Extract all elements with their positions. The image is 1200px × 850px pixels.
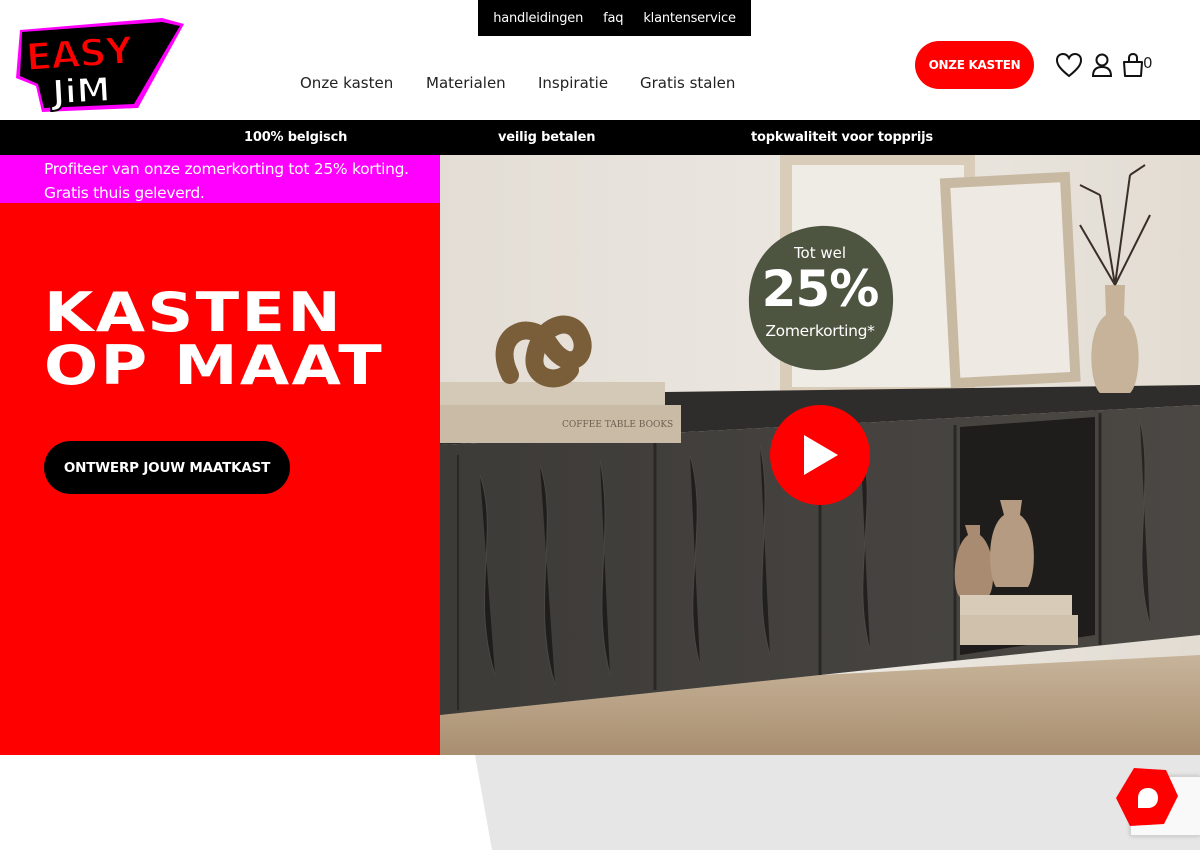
utility-nav: handleidingen faq klantenservice xyxy=(478,0,751,36)
hero-title: KASTEN OP MAAT xyxy=(44,286,504,393)
next-section xyxy=(0,755,1200,850)
play-icon xyxy=(804,435,838,475)
promo-line-2: Gratis thuis geleverd. xyxy=(44,184,205,202)
chat-icon xyxy=(1116,768,1178,826)
nav-item-inspiratie[interactable]: Inspiratie xyxy=(538,74,608,92)
cart-icon xyxy=(1123,52,1143,77)
logo-text-jim: JiM xyxy=(49,70,111,112)
usp-item-belgisch: 100% belgisch xyxy=(244,130,348,145)
promo-text: Profiteer van onze zomerkorting tot 25% … xyxy=(44,157,434,205)
nav-item-materialen[interactable]: Materialen xyxy=(426,74,506,92)
book-spine-text: COFFEE TABLE BOOKS xyxy=(562,420,673,430)
topbar-link-handleidingen[interactable]: handleidingen xyxy=(493,11,583,26)
play-video-button[interactable] xyxy=(770,405,870,505)
usp-bar: 100% belgisch veilig betalen topkwalitei… xyxy=(0,120,1200,155)
ontwerp-maatkast-button[interactable]: ONTWERP JOUW MAATKAST xyxy=(44,441,290,494)
nav-item-onze-kasten[interactable]: Onze kasten xyxy=(300,74,393,92)
topbar-link-klantenservice[interactable]: klantenservice xyxy=(643,11,736,26)
chat-widget-button[interactable] xyxy=(1114,764,1180,830)
cart-count: 0 xyxy=(1143,54,1153,72)
section-background xyxy=(475,755,1200,850)
site-header: EASY JiM handleidingen faq klantenservic… xyxy=(0,0,1200,120)
page: EASY JiM handleidingen faq klantenservic… xyxy=(0,0,1200,850)
wishlist-button[interactable] xyxy=(1055,51,1083,79)
usp-item-veilig-betalen: veilig betalen xyxy=(498,130,596,145)
promo-line-1: Profiteer van onze zomerkorting tot 25% … xyxy=(44,160,409,178)
user-icon xyxy=(1091,53,1113,77)
topbar-link-faq[interactable]: faq xyxy=(603,11,623,26)
heart-icon xyxy=(1055,52,1083,78)
onze-kasten-button[interactable]: ONZE KASTEN xyxy=(915,41,1034,89)
hero-title-line-2: OP MAAT xyxy=(44,334,385,397)
account-button[interactable] xyxy=(1088,51,1116,79)
usp-item-topkwaliteit: topkwaliteit voor topprijs xyxy=(751,130,933,145)
nav-item-gratis-stalen[interactable]: Gratis stalen xyxy=(640,74,735,92)
easyjim-logo[interactable]: EASY JiM xyxy=(12,16,188,114)
badge-text-bottom: Zomerkorting* xyxy=(765,322,875,340)
badge-value: 25% xyxy=(761,260,880,318)
